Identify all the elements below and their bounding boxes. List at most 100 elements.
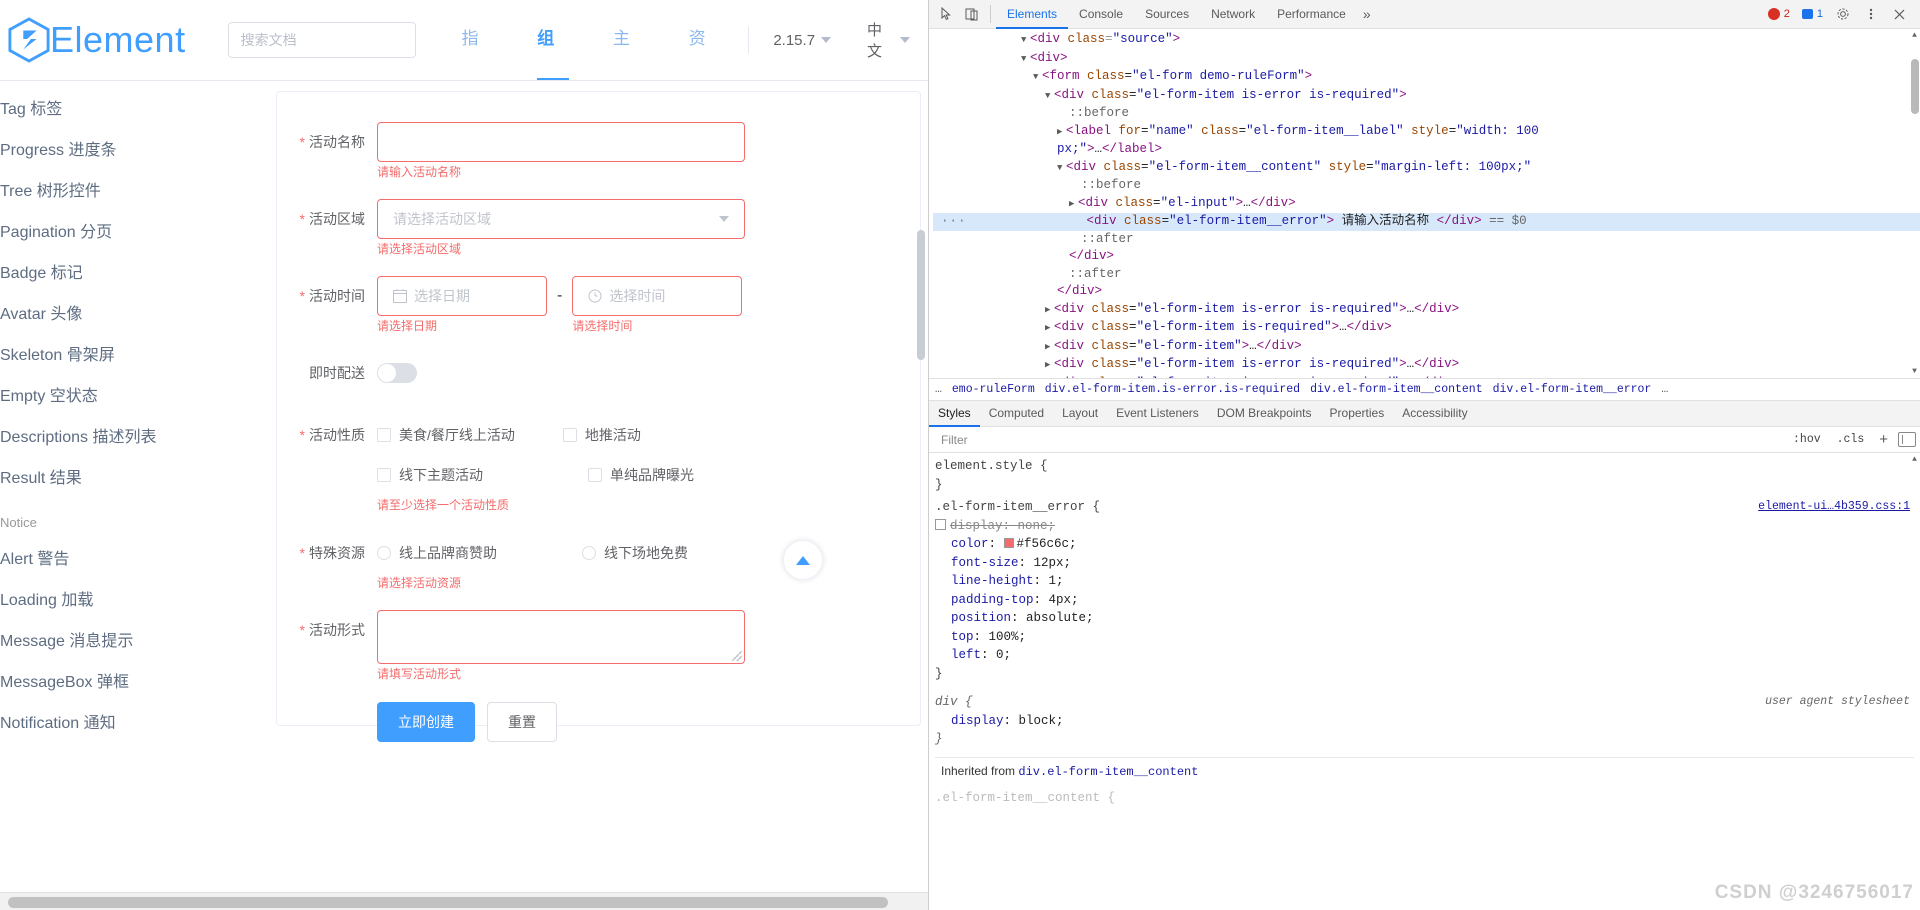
subtab-dom-breakpoints[interactable]: DOM Breakpoints — [1208, 401, 1321, 427]
radio-resource-0[interactable]: 线上品牌商赞助 — [377, 543, 534, 563]
subtab-properties[interactable]: Properties — [1321, 401, 1394, 427]
components-sidebar[interactable]: Tag 标签 Progress 进度条 Tree 树形控件 Pagination… — [0, 81, 244, 910]
dom-line[interactable]: ▼ <div class="source"> — [933, 31, 1920, 50]
css-prop-line-height[interactable]: line-height: 1; — [935, 572, 1914, 591]
class-editor-button[interactable]: .cls — [1832, 432, 1870, 447]
dom-line[interactable]: ::after — [933, 231, 1920, 249]
inspect-element-icon[interactable] — [933, 2, 959, 26]
scroll-up-arrow-icon[interactable]: ▲ — [1909, 30, 1920, 41]
more-options-icon[interactable] — [1858, 2, 1884, 26]
dom-tree-scrollbar[interactable] — [1911, 59, 1919, 114]
subtab-styles[interactable]: Styles — [929, 401, 980, 427]
tab-console[interactable]: Console — [1068, 0, 1134, 29]
sidebar-item-alert[interactable]: Alert 警告 — [0, 539, 244, 580]
device-toolbar-icon[interactable] — [959, 2, 985, 26]
dom-line-selected[interactable]: ··· <div class="el-form-item__error"> 请输入… — [933, 213, 1920, 231]
sidebar-item-loading[interactable]: Loading 加载 — [0, 580, 244, 621]
dom-line[interactable]: ▶<div class="el-form-item is-error is-re… — [933, 301, 1920, 320]
color-swatch[interactable] — [1003, 538, 1014, 548]
activity-region-select[interactable]: 请选择活动区域 — [377, 199, 745, 239]
css-prop-top[interactable]: top: 100%; — [935, 628, 1914, 647]
sidebar-item-message[interactable]: Message 消息提示 — [0, 621, 244, 662]
rule-div-ua[interactable]: div { user agent stylesheet display: blo… — [935, 693, 1914, 749]
scroll-down-arrow-icon[interactable]: ▼ — [1909, 366, 1920, 377]
dom-breadcrumb[interactable]: … emo-ruleForm div.el-form-item.is-error… — [929, 378, 1920, 401]
activity-name-input[interactable] — [377, 122, 745, 162]
dom-line[interactable]: ▼ <div class="el-form-item is-error is-re… — [933, 87, 1920, 106]
breadcrumb-item-form-item[interactable]: div.el-form-item.is-error.is-required — [1045, 383, 1300, 396]
css-prop-font-size[interactable]: font-size: 12px; — [935, 554, 1914, 573]
message-count-badge[interactable]: 1 — [1797, 7, 1828, 21]
reset-button[interactable]: 重置 — [487, 702, 557, 742]
tab-network[interactable]: Network — [1200, 0, 1266, 29]
hover-state-button[interactable]: :hov — [1788, 432, 1826, 447]
dom-line[interactable]: ::before — [933, 177, 1920, 195]
new-style-rule-button[interactable]: + — [1875, 431, 1892, 448]
instant-delivery-switch[interactable] — [377, 363, 417, 383]
sidebar-item-pagination[interactable]: Pagination 分页 — [0, 212, 244, 253]
checkbox-nature-3[interactable]: 单纯品牌曝光 — [588, 465, 694, 485]
close-icon[interactable] — [1886, 2, 1912, 26]
version-select[interactable]: 2.15.7 — [755, 32, 849, 49]
dom-line[interactable]: ▶ <label for="name" class="el-form-item__… — [933, 123, 1920, 142]
dom-line[interactable]: ::before — [933, 105, 1920, 123]
css-prop-position[interactable]: position: absolute; — [935, 609, 1914, 628]
radio-resource-1[interactable]: 线下场地免费 — [582, 543, 688, 563]
breadcrumb-overflow-right[interactable]: … — [1661, 383, 1668, 396]
stylesheet-source-link[interactable]: element-ui…4b359.css:1 — [1758, 498, 1910, 517]
checkbox-nature-0[interactable]: 美食/餐厅线上活动 — [377, 425, 515, 445]
css-prop-left[interactable]: left: 0; — [935, 646, 1914, 665]
checkbox-nature-1[interactable]: 地推活动 — [562, 425, 641, 445]
css-prop-display[interactable]: display: none; — [935, 517, 1914, 536]
sidebar-item-notification[interactable]: Notification 通知 — [0, 703, 244, 744]
styles-scroll-up-icon[interactable]: ▲ — [1909, 454, 1920, 465]
rule-form-item-error[interactable]: .el-form-item__error { element-ui…4b359.… — [935, 498, 1914, 683]
css-prop-padding-top[interactable]: padding-top: 4px; — [935, 591, 1914, 610]
styles-filter-input[interactable] — [933, 432, 1783, 447]
tabs-overflow-icon[interactable]: » — [1357, 6, 1377, 22]
checkbox-nature-2[interactable]: 线下主题活动 — [377, 465, 540, 485]
tab-performance[interactable]: Performance — [1266, 0, 1357, 29]
sidebar-item-descriptions[interactable]: Descriptions 描述列表 — [0, 417, 244, 458]
dom-tree[interactable]: ▼ <div class="source"> ▼ <div> ▼ <form clas… — [929, 29, 1920, 378]
dom-line[interactable]: px;">…</label> — [933, 141, 1920, 159]
sidebar-item-messagebox[interactable]: MessageBox 弹框 — [0, 662, 244, 703]
dom-line[interactable]: ▶ <div class="el-input">…</div> — [933, 195, 1920, 214]
tab-elements[interactable]: Elements — [996, 0, 1069, 29]
dom-line[interactable]: ▼ <div> — [933, 50, 1920, 69]
inherited-selector[interactable]: div.el-form-item__content — [1018, 765, 1198, 779]
search-box[interactable] — [227, 22, 416, 58]
activity-time-picker[interactable]: 选择时间 — [572, 276, 743, 316]
sidebar-item-result[interactable]: Result 结果 — [0, 458, 244, 499]
scrollbar-thumb[interactable] — [8, 897, 888, 908]
sidebar-item-badge[interactable]: Badge 标记 — [0, 253, 244, 294]
breadcrumb-item-form[interactable]: emo-ruleForm — [952, 383, 1035, 396]
language-select[interactable]: 中文 — [849, 19, 928, 61]
error-count-badge[interactable]: 2 — [1763, 7, 1795, 21]
dom-line[interactable]: ▶<div class="el-form-item is-error is-re… — [933, 375, 1920, 379]
dom-line[interactable]: ::after — [933, 266, 1920, 284]
activity-date-picker[interactable]: 选择日期 — [377, 276, 547, 316]
submit-button[interactable]: 立即创建 — [377, 702, 475, 742]
back-to-top-button[interactable] — [783, 540, 823, 580]
subtab-layout[interactable]: Layout — [1053, 401, 1107, 427]
dom-line[interactable]: </div> — [933, 283, 1920, 301]
sidebar-item-progress[interactable]: Progress 进度条 — [0, 130, 244, 171]
sidebar-item-skeleton[interactable]: Skeleton 骨架屏 — [0, 335, 244, 376]
page-vertical-scrollbar[interactable] — [917, 230, 925, 360]
dom-line[interactable]: ▶ <div class="el-form-item is-required">…… — [933, 319, 1920, 338]
nav-item-guide[interactable]: 指南 — [440, 0, 516, 126]
dom-line[interactable]: ▶<div class="el-form-item is-error is-re… — [933, 356, 1920, 375]
breadcrumb-item-content[interactable]: div.el-form-item__content — [1310, 383, 1483, 396]
tab-sources[interactable]: Sources — [1134, 0, 1200, 29]
brand-logo-area[interactable]: Element — [8, 17, 186, 63]
nav-item-theme[interactable]: 主题 — [591, 0, 667, 126]
sidebar-item-tree[interactable]: Tree 树形控件 — [0, 171, 244, 212]
prop-enable-checkbox[interactable] — [935, 518, 946, 530]
breadcrumb-overflow-left[interactable]: … — [935, 383, 942, 396]
nav-item-components[interactable]: 组件 — [515, 0, 591, 126]
search-input[interactable] — [240, 32, 403, 48]
dom-line[interactable]: </div> — [933, 248, 1920, 266]
breadcrumb-item-error[interactable]: div.el-form-item__error — [1493, 383, 1652, 396]
styles-pane[interactable]: element.style { } .el-form-item__error {… — [929, 453, 1920, 863]
